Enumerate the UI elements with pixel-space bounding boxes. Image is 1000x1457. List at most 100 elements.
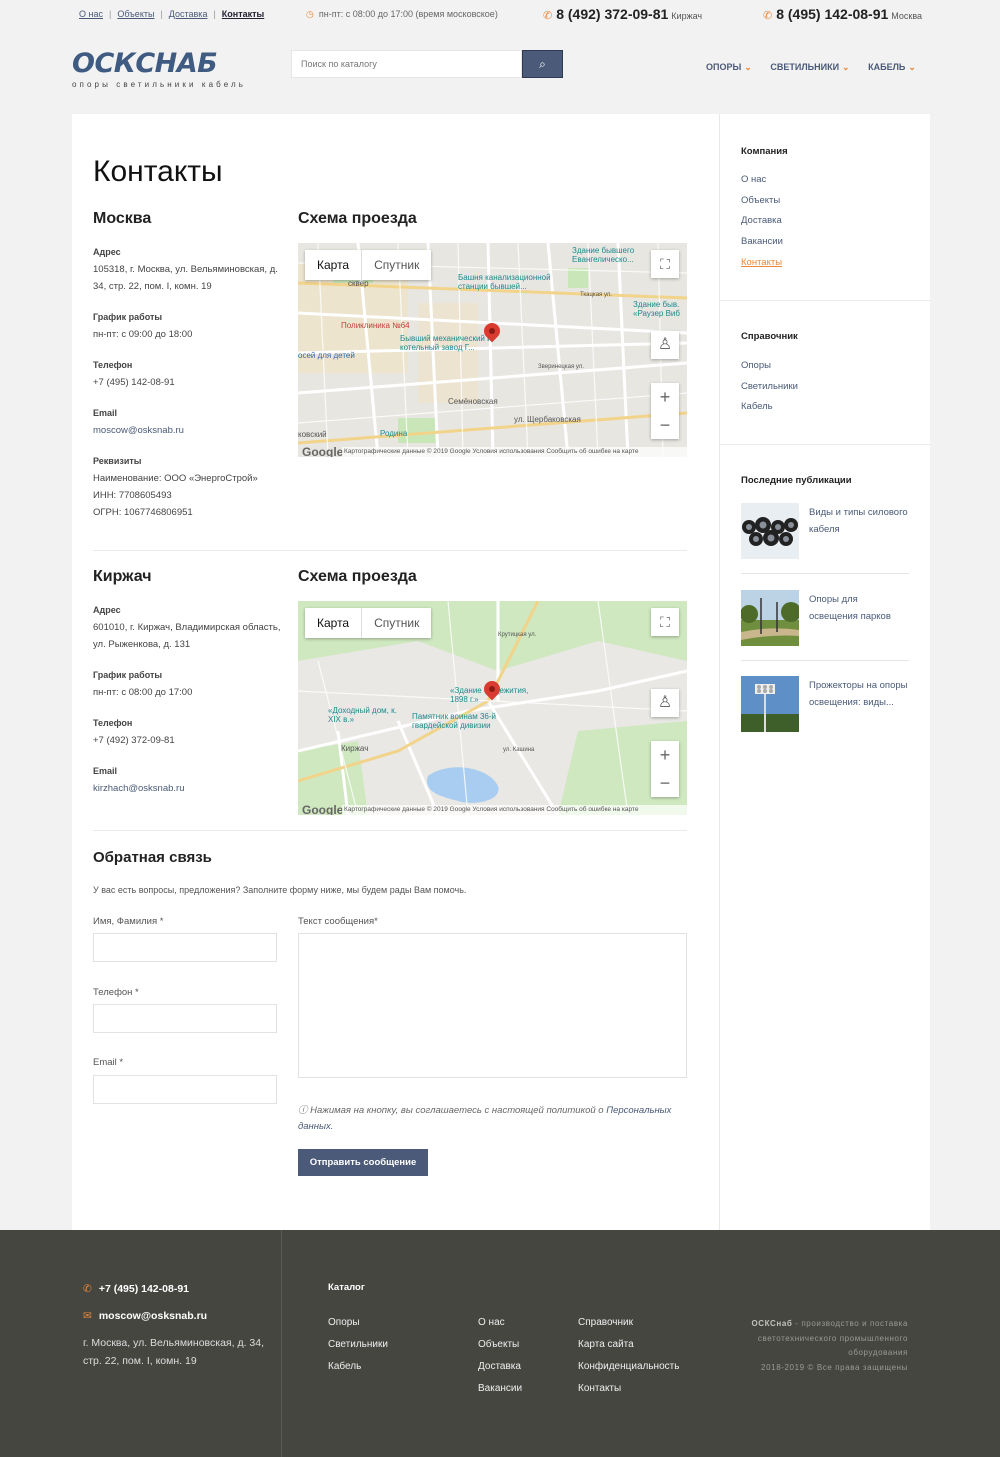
email-link[interactable]: moscow@osksnab.ru — [93, 422, 283, 439]
phone-city: Москва — [891, 11, 923, 21]
site-logo[interactable]: ОСКСНАБ опоры светильники кабель — [72, 50, 246, 90]
footer-link[interactable]: Опоры — [328, 1312, 388, 1334]
nav-lights[interactable]: СВЕТИЛЬНИКИ ⌄ — [770, 62, 849, 72]
footer-link[interactable]: О нас — [478, 1312, 522, 1334]
nav-label: КАБЕЛЬ — [868, 62, 906, 72]
office-title-kirzhach: Киржач — [93, 568, 152, 585]
phone-value[interactable]: +7 (495) 142-08-91 — [93, 374, 283, 391]
phone-icon: ✆ — [543, 10, 553, 22]
top-nav-objects[interactable]: Объекты — [117, 9, 154, 19]
footer-link[interactable]: Объекты — [478, 1334, 522, 1356]
scheme-title-kirzhach: Схема проезда — [298, 568, 417, 585]
footer-link[interactable]: Конфиденциальность — [578, 1356, 679, 1378]
attribution-text[interactable]: Картографические данные © 2019 Google Ус… — [342, 447, 687, 457]
post-item[interactable]: Опоры для освещения парков — [741, 590, 909, 648]
name-field[interactable] — [93, 933, 277, 962]
nav-cable[interactable]: КАБЕЛЬ ⌄ — [868, 62, 916, 72]
footer-link[interactable]: Контакты — [578, 1378, 679, 1400]
map-attribution: Google Картографические данные © 2019 Go… — [298, 446, 687, 457]
top-bar: О нас | Объекты | Доставка | Контакты ◷ пн-пт: … — [0, 0, 1000, 30]
footer-link[interactable]: Справочник — [578, 1312, 679, 1334]
phone-label: Телефон * — [93, 987, 139, 998]
zoom-out-button[interactable]: − — [651, 769, 679, 797]
sidebar-divider — [719, 114, 720, 1230]
search-button[interactable]: ⌕ — [522, 50, 563, 78]
map-tab-map[interactable]: Карта — [305, 250, 363, 280]
post-thumbnail[interactable] — [741, 676, 799, 732]
top-nav-about[interactable]: О нас — [79, 9, 103, 19]
footer-link[interactable]: Вакансии — [478, 1378, 522, 1400]
mail-icon: ✉ — [83, 1310, 92, 1322]
phone-label: Телефон — [93, 360, 133, 370]
message-textarea[interactable] — [298, 933, 687, 1078]
separator: | — [108, 9, 112, 19]
map-tab-satellite[interactable]: Спутник — [362, 608, 431, 638]
info-icon: ⓘ — [298, 1105, 308, 1116]
sidebar-item-about[interactable]: О нас — [741, 170, 783, 191]
phone-moscow[interactable]: ✆ 8 (495) 142-08-91 Москва — [763, 6, 922, 22]
fullscreen-icon[interactable]: ⛶ — [651, 608, 679, 636]
footer-link[interactable]: Доставка — [478, 1356, 522, 1378]
phone-kirzhach[interactable]: ✆ 8 (492) 372-09-81 Киржач — [543, 6, 702, 22]
sidebar-item-cable[interactable]: Кабель — [741, 397, 798, 418]
search-icon: ⌕ — [539, 57, 546, 71]
sidebar-separator — [720, 444, 930, 445]
main-nav: ОПОРЫ ⌄ СВЕТИЛЬНИКИ ⌄ КАБЕЛЬ ⌄ — [706, 62, 932, 73]
email-link[interactable]: kirzhach@osksnab.ru — [93, 780, 283, 797]
zoom-control: + − — [651, 741, 679, 797]
map-label: ковский — [298, 430, 327, 439]
post-item[interactable]: Виды и типы силового кабеля — [741, 503, 909, 561]
footer-divider — [281, 1230, 282, 1457]
sidebar-item-poles[interactable]: Опоры — [741, 356, 798, 377]
pegman-icon[interactable]: ♙ — [651, 689, 679, 717]
google-logo: Google — [302, 803, 344, 815]
sidebar-item-vacancies[interactable]: Вакансии — [741, 232, 783, 253]
phone-field[interactable] — [93, 1004, 277, 1033]
footer-link[interactable]: Карта сайта — [578, 1334, 679, 1356]
map-kirzhach[interactable]: «Здание общежития, 1898 г.» «Доходный до… — [298, 601, 687, 815]
map-tab-map[interactable]: Карта — [305, 608, 363, 638]
post-title[interactable]: Прожекторы на опоры освещения: виды... — [809, 677, 909, 711]
attribution-text[interactable]: Картографические данные © 2019 Google Ус… — [342, 805, 687, 815]
map-label: Ткацкая ул. — [580, 292, 612, 298]
zoom-control: + − — [651, 383, 679, 439]
footer-brand: ОСКСнаб — [751, 1319, 793, 1328]
phone-value[interactable]: +7 (492) 372-09-81 — [93, 732, 283, 749]
zoom-out-button[interactable]: − — [651, 411, 679, 439]
top-nav-delivery[interactable]: Доставка — [169, 9, 208, 19]
post-title[interactable]: Опоры для освещения парков — [809, 591, 909, 625]
fullscreen-icon[interactable]: ⛶ — [651, 250, 679, 278]
zoom-in-button[interactable]: + — [651, 741, 679, 769]
footer-email[interactable]: ✉ moscow@osksnab.ru — [83, 1310, 207, 1322]
submit-button[interactable]: Отправить сообщение — [298, 1149, 428, 1176]
pegman-icon[interactable]: ♙ — [651, 331, 679, 359]
nav-poles[interactable]: ОПОРЫ ⌄ — [706, 62, 752, 72]
map-type-tabs: Карта Спутник — [305, 250, 432, 280]
address-label: Адрес — [93, 605, 121, 615]
post-thumbnail[interactable] — [741, 590, 799, 646]
zoom-in-button[interactable]: + — [651, 383, 679, 411]
sidebar-item-lights[interactable]: Светильники — [741, 377, 798, 398]
sidebar-item-delivery[interactable]: Доставка — [741, 211, 783, 232]
footer-email-text: moscow@osksnab.ru — [98, 1310, 208, 1322]
map-tab-satellite[interactable]: Спутник — [362, 250, 431, 280]
footer-link[interactable]: Кабель — [328, 1356, 388, 1378]
top-nav-contacts[interactable]: Контакты — [222, 9, 264, 19]
email-label: Email — [93, 408, 118, 418]
footer-col-catalog: Опоры Светильники Кабель — [328, 1312, 388, 1378]
sidebar-item-contacts[interactable]: Контакты — [741, 253, 783, 274]
email-field[interactable] — [93, 1075, 277, 1104]
map-moscow[interactable]: Здание бывшего Евангелическо... Башня ка… — [298, 243, 687, 457]
phone-icon: ✆ — [83, 1283, 92, 1295]
working-hours-text: пн-пт: с 08:00 до 17:00 (время московско… — [318, 9, 498, 19]
map-label: Поликлиника №64 — [341, 321, 410, 330]
post-thumbnail[interactable] — [741, 503, 799, 559]
post-title[interactable]: Виды и типы силового кабеля — [809, 504, 909, 538]
search-input[interactable] — [291, 50, 522, 78]
sidebar-item-objects[interactable]: Объекты — [741, 191, 783, 212]
phone-label: Телефон — [93, 718, 133, 728]
post-item[interactable]: Прожекторы на опоры освещения: виды... — [741, 676, 909, 734]
scheme-title-moscow: Схема проезда — [298, 210, 417, 227]
footer-link[interactable]: Светильники — [328, 1334, 388, 1356]
footer-phone[interactable]: ✆ +7 (495) 142-08-91 — [83, 1283, 189, 1295]
